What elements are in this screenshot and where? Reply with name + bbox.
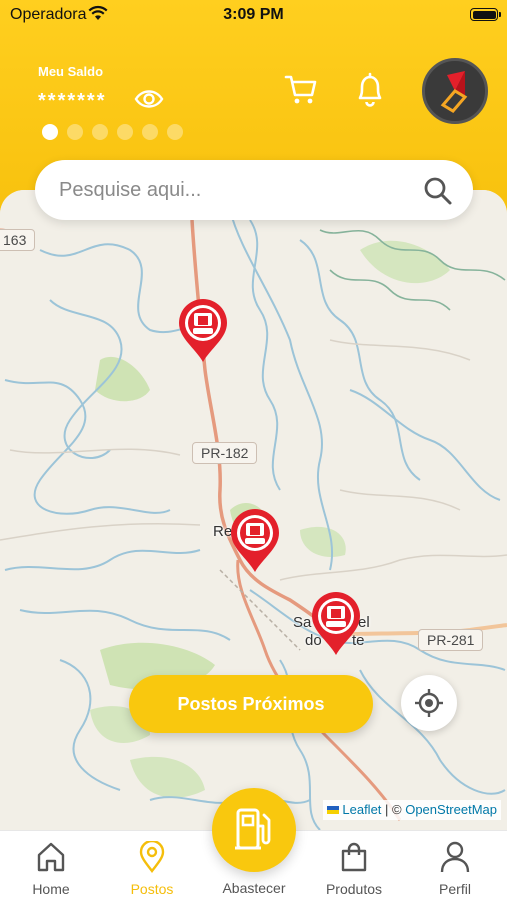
balance-carousel-dots[interactable] — [42, 124, 183, 140]
avatar[interactable] — [422, 58, 488, 124]
map-pin-icon — [231, 509, 279, 572]
road-label-163: 163 — [0, 229, 36, 251]
tab-label: Home — [32, 881, 70, 897]
carousel-dot[interactable] — [142, 124, 158, 140]
road-label-pr182: PR-182 — [192, 442, 258, 464]
battery-icon — [470, 8, 501, 21]
status-time: 3:09 PM — [223, 6, 284, 23]
home-icon — [37, 842, 65, 872]
cart-icon[interactable] — [284, 72, 318, 106]
status-bar: Operadora 3:09 PM — [0, 0, 507, 30]
brand-logo-icon — [440, 71, 468, 113]
map-view[interactable]: 163 PR-182 PR-281 Re Sa el do te Leaflet… — [0, 190, 507, 830]
eye-icon[interactable] — [134, 86, 164, 112]
town-label: Sa — [293, 614, 312, 631]
abastecer-button[interactable] — [212, 788, 296, 872]
carousel-dot[interactable] — [67, 124, 83, 140]
tab-perfil[interactable]: Perfil — [410, 831, 500, 900]
road-label-pr281: PR-281 — [418, 629, 484, 651]
leaflet-flag-icon — [326, 806, 339, 814]
carousel-dot[interactable] — [167, 124, 183, 140]
search-icon[interactable] — [423, 176, 453, 206]
nearby-stations-button[interactable]: Postos Próximos — [129, 675, 373, 733]
carousel-dot[interactable] — [92, 124, 108, 140]
crosshair-icon — [415, 689, 443, 717]
bell-icon[interactable] — [354, 72, 386, 108]
locate-me-button[interactable] — [401, 675, 457, 731]
carousel-dot[interactable] — [117, 124, 133, 140]
app-screen: Operadora 3:09 PM Meu Saldo ******* 163 … — [0, 0, 507, 900]
map-pin-icon — [312, 592, 360, 655]
tab-postos[interactable]: Postos — [107, 831, 197, 900]
user-icon — [440, 841, 470, 873]
location-pin-icon — [139, 841, 165, 873]
carousel-dot[interactable] — [42, 124, 58, 140]
search-input[interactable] — [59, 160, 399, 220]
search-bar[interactable] — [35, 160, 473, 220]
tab-label: Produtos — [325, 881, 383, 897]
balance-value: ******* — [38, 90, 107, 112]
shopping-bag-icon — [341, 842, 367, 872]
fuel-pump-icon — [235, 808, 271, 850]
tab-label: Perfil — [439, 881, 471, 897]
leaflet-link[interactable]: Leaflet — [342, 802, 381, 817]
tab-label-abastecer: Abastecer — [222, 880, 286, 896]
gas-station-pin[interactable] — [229, 508, 281, 574]
map-pin-icon — [179, 299, 227, 362]
tab-label: Postos — [130, 881, 174, 897]
balance-label: Meu Saldo — [38, 64, 104, 79]
gas-station-pin[interactable] — [310, 591, 362, 657]
tab-produtos[interactable]: Produtos — [309, 831, 399, 900]
osm-link[interactable]: OpenStreetMap — [405, 802, 497, 817]
gas-station-pin[interactable] — [177, 298, 229, 364]
attribution-separator: | © — [381, 802, 406, 817]
map-attribution: Leaflet | © OpenStreetMap — [322, 800, 501, 820]
tab-home[interactable]: Home — [6, 831, 96, 900]
